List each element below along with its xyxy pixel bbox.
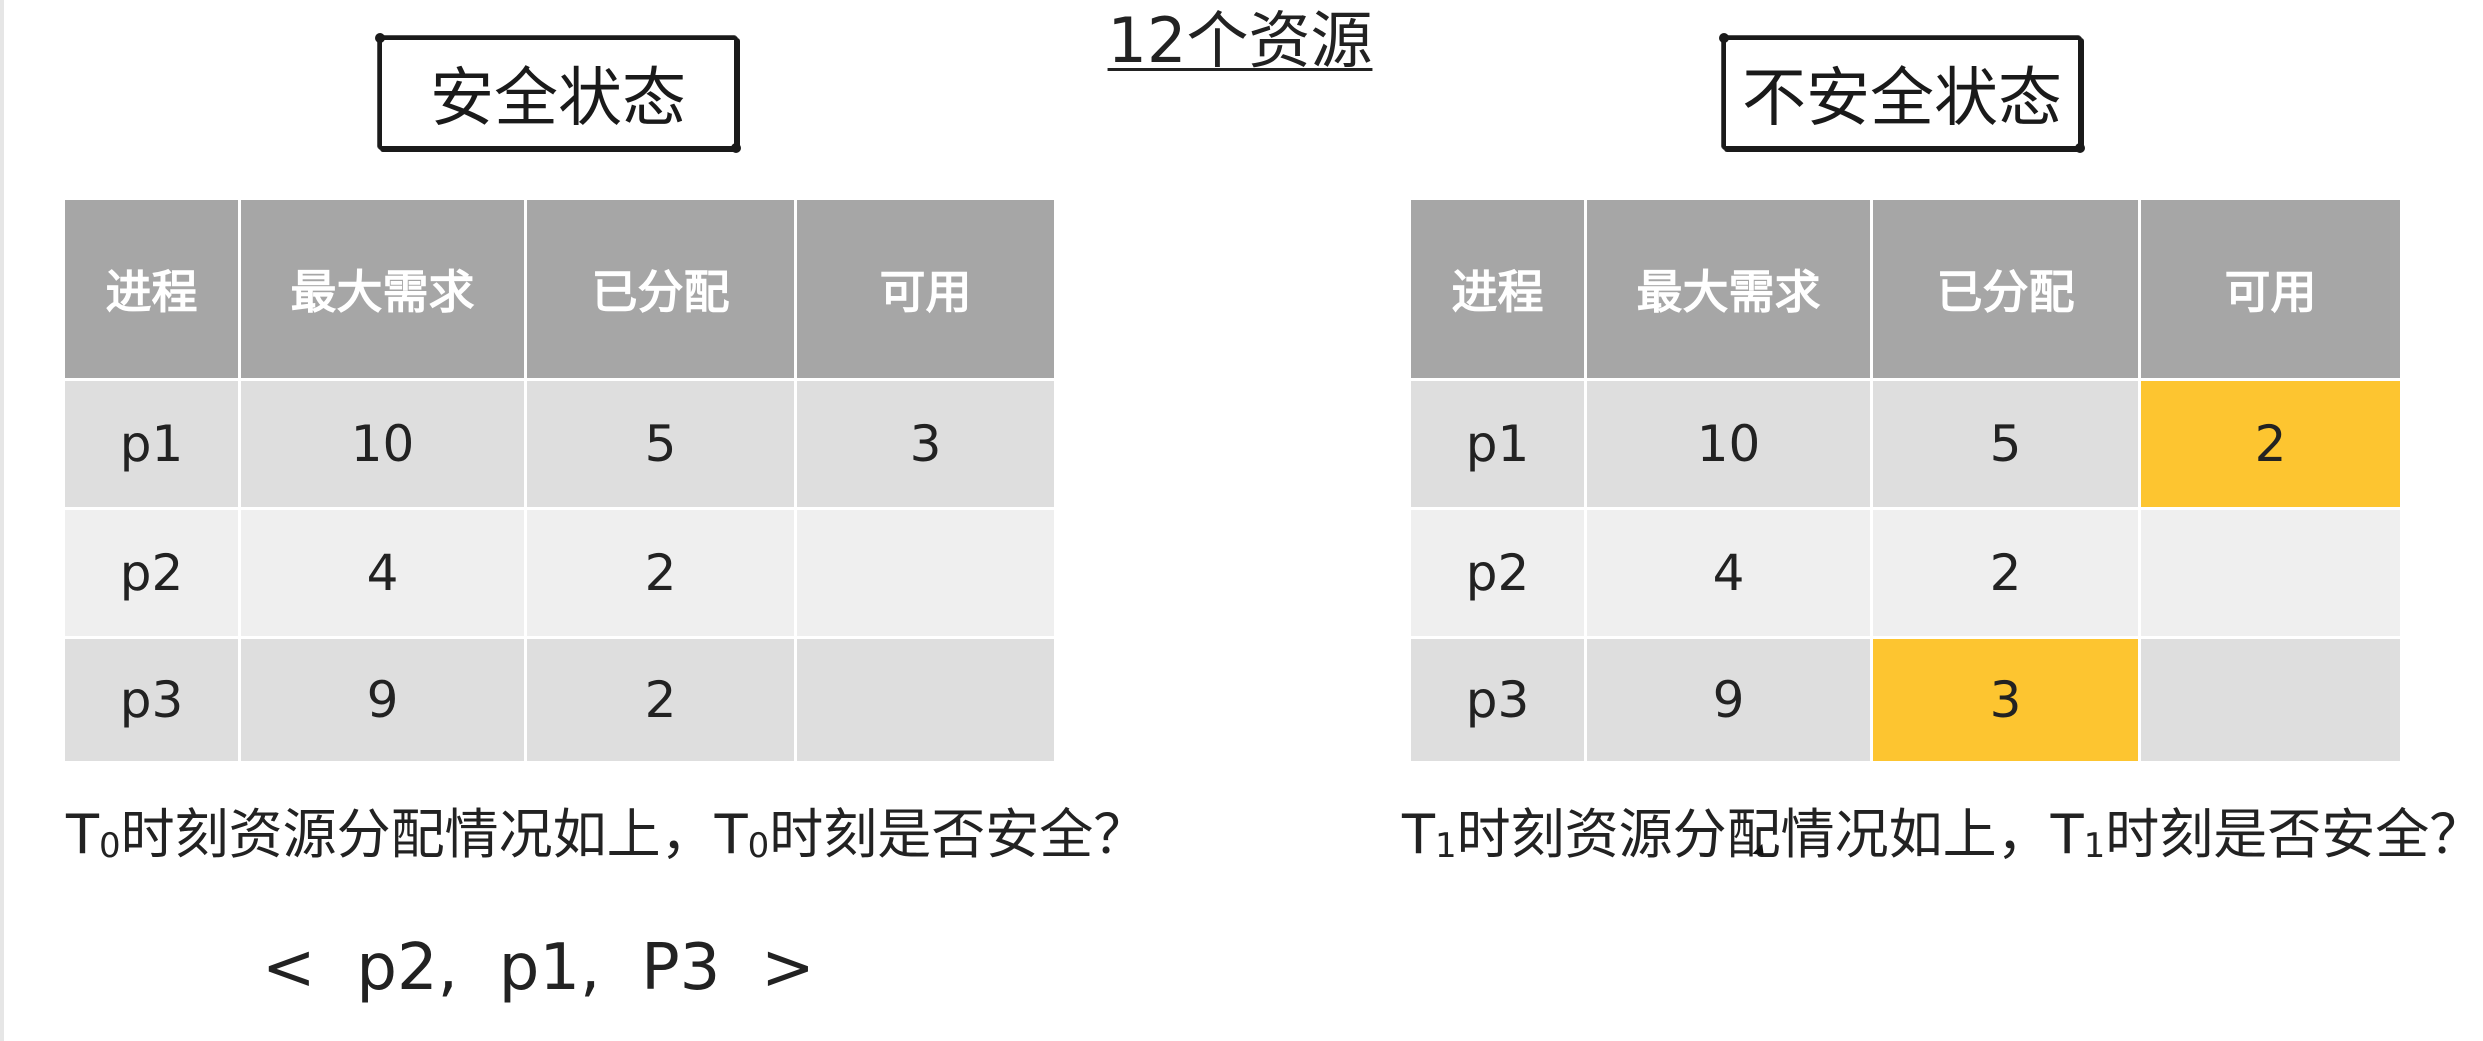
question-t: T xyxy=(1402,803,1435,866)
header-allocated: 已分配 xyxy=(524,197,797,381)
cell-allocated: 5 xyxy=(524,378,797,510)
cell-available xyxy=(794,636,1057,764)
cell-process: p2 xyxy=(1408,507,1587,639)
cell-max-need: 10 xyxy=(1584,378,1873,510)
table-row: p2 4 2 xyxy=(62,507,1057,639)
cell-max-need: 9 xyxy=(1584,636,1873,764)
header-available: 可用 xyxy=(2138,197,2403,381)
cell-process: p3 xyxy=(1408,636,1587,764)
left-edge xyxy=(0,0,4,1041)
table-row: p3 9 2 xyxy=(62,636,1057,764)
cell-max-need: 4 xyxy=(1584,507,1873,639)
cell-available xyxy=(794,507,1057,639)
cell-process: p2 xyxy=(62,507,241,639)
question-t: T xyxy=(66,803,99,866)
cell-process: p3 xyxy=(62,636,241,764)
cell-available: 3 xyxy=(794,378,1057,510)
unsafe-state-label: 不安全状态 xyxy=(1719,33,2085,153)
table-row: p2 4 2 xyxy=(1408,507,2403,639)
cell-process: p1 xyxy=(62,378,241,510)
question-subscript: 1 xyxy=(2083,826,2106,866)
cell-allocated: 2 xyxy=(524,507,797,639)
question-t: T xyxy=(2050,803,2084,866)
cell-allocated: 2 xyxy=(524,636,797,764)
safe-state-question: T0时刻资源分配情况如上，T0时刻是否安全？ xyxy=(66,800,1147,877)
question-subscript: 1 xyxy=(1435,826,1457,866)
header-process: 进程 xyxy=(1408,197,1587,381)
table-header-row: 进程 最大需求 已分配 可用 xyxy=(1408,197,2403,381)
cell-allocated-highlighted: 3 xyxy=(1870,636,2141,764)
question-t: T xyxy=(714,803,748,866)
cell-allocated: 2 xyxy=(1870,507,2141,639)
question-subscript: 0 xyxy=(99,826,121,866)
question-text-end: 时刻是否安全？ xyxy=(769,803,1148,866)
unsafe-state-question: T1时刻资源分配情况如上，T1时刻是否安全？ xyxy=(1402,800,2483,877)
cell-available xyxy=(2138,636,2403,764)
cell-max-need: 9 xyxy=(238,636,527,764)
question-text: 时刻资源分配情况如上， xyxy=(120,803,715,866)
safe-sequence: < p2, p1, P3 > xyxy=(262,931,815,1005)
header-max-need: 最大需求 xyxy=(238,197,527,381)
cell-available xyxy=(2138,507,2403,639)
table-row: p3 9 3 xyxy=(1408,636,2403,764)
header-max-need: 最大需求 xyxy=(1584,197,1873,381)
cell-available-highlighted: 2 xyxy=(2138,378,2403,510)
cell-allocated: 5 xyxy=(1870,378,2141,510)
header-available: 可用 xyxy=(794,197,1057,381)
cell-max-need: 10 xyxy=(238,378,527,510)
page-title: 12个资源 xyxy=(1107,4,1373,77)
table-header-row: 进程 最大需求 已分配 可用 xyxy=(62,197,1057,381)
question-text-end: 时刻是否安全？ xyxy=(2105,803,2483,866)
cell-process: p1 xyxy=(1408,378,1587,510)
header-allocated: 已分配 xyxy=(1870,197,2141,381)
question-text: 时刻资源分配情况如上， xyxy=(1456,803,2051,866)
safe-state-label: 安全状态 xyxy=(375,33,741,153)
table-row: p1 10 5 3 xyxy=(62,378,1057,510)
table-row: p1 10 5 2 xyxy=(1408,378,2403,510)
question-subscript: 0 xyxy=(747,826,770,866)
safe-state-table: 进程 最大需求 已分配 可用 p1 10 5 3 p2 4 2 p3 9 2 xyxy=(62,197,1057,764)
header-process: 进程 xyxy=(62,197,241,381)
cell-max-need: 4 xyxy=(238,507,527,639)
unsafe-state-table: 进程 最大需求 已分配 可用 p1 10 5 2 p2 4 2 p3 9 3 xyxy=(1408,197,2403,764)
